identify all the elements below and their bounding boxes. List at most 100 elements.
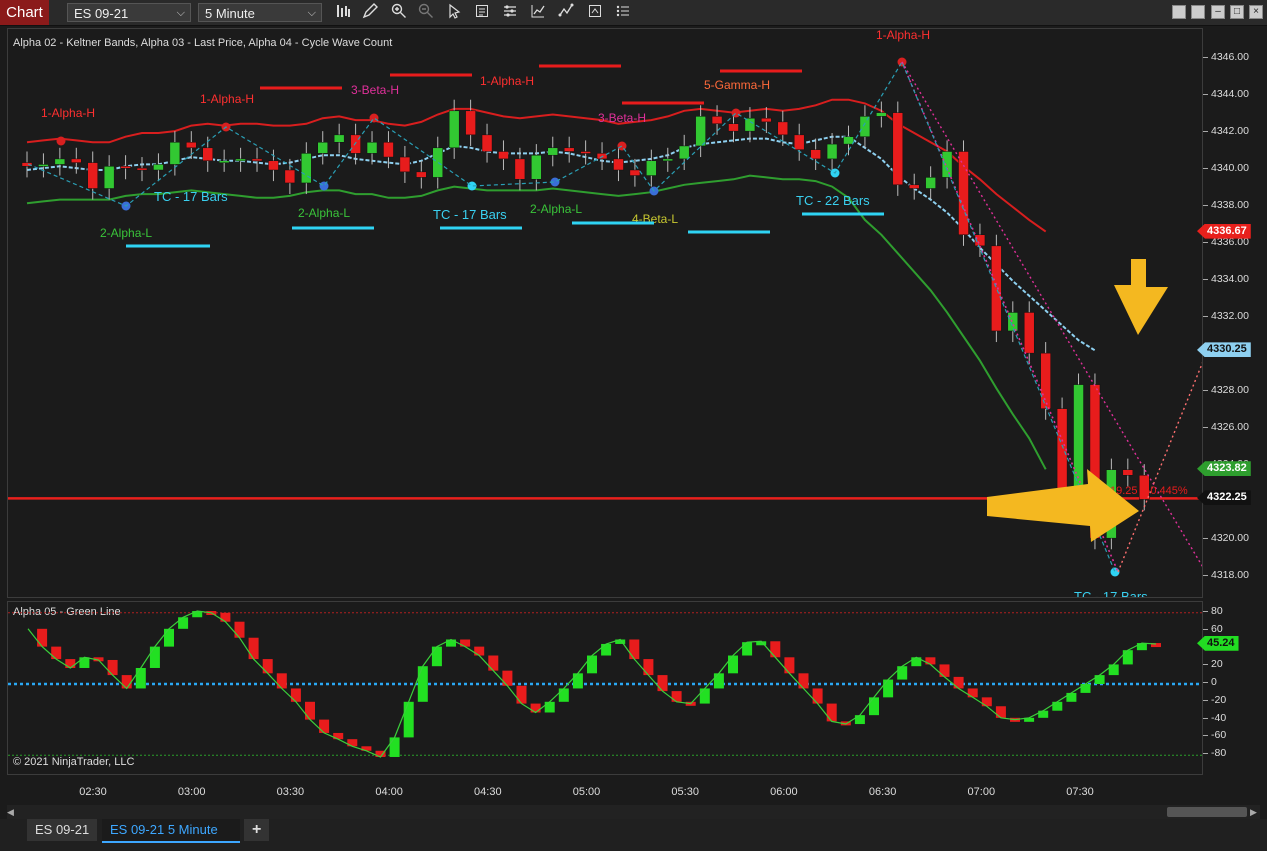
time-tick-label: 02:30: [79, 786, 107, 798]
close-button[interactable]: ×: [1249, 5, 1263, 19]
data-box-icon[interactable]: [472, 3, 492, 22]
price-tick-label: 4338.00: [1203, 199, 1249, 211]
oscillator-bar: [79, 657, 90, 668]
pivot-dot: [617, 141, 627, 151]
bar-style-icon[interactable]: [333, 3, 353, 22]
price-axis[interactable]: 4346.00 4344.00 4342.00 4340.00 4338.00 4336.…: [1197, 28, 1267, 598]
candle-body: [54, 158, 66, 165]
candle-body: [531, 154, 542, 180]
candle-body: [169, 142, 181, 165]
candle-body: [547, 147, 559, 156]
oscillator-bar: [220, 612, 231, 622]
oscillator-bar: [1066, 692, 1077, 702]
oscillator-bar: [981, 697, 992, 707]
keltner-lower-line: [26, 174, 1047, 470]
oscillator-panel[interactable]: Alpha 05 - Green Line © 2021 NinjaTrader…: [7, 601, 1203, 775]
oscillator-bar: [798, 673, 809, 689]
scroll-left-icon[interactable]: ◀: [7, 807, 17, 817]
price-tick-label: 4332.00: [1203, 310, 1249, 322]
oscillator-bar: [784, 657, 795, 674]
scroll-right-icon[interactable]: ▶: [1250, 807, 1260, 817]
oscillator-bar: [671, 691, 682, 702]
oscillator-bar: [319, 719, 330, 733]
candle-body: [514, 158, 526, 180]
price-flag: 4323.82: [1197, 461, 1251, 477]
candle-body: [826, 143, 838, 160]
candle-body: [761, 117, 772, 123]
templates-icon[interactable]: [585, 3, 605, 22]
zoom-out-icon[interactable]: [416, 3, 436, 22]
wave-annotation-label: 1-Alpha-H: [480, 74, 534, 88]
oscillator-bar: [1052, 701, 1063, 711]
pivot-dot: [319, 181, 329, 191]
zoom-in-icon[interactable]: [389, 3, 409, 22]
time-tick-label: 05:30: [671, 786, 699, 798]
oscillator-bar: [530, 703, 541, 713]
time-tick-label: 03:30: [276, 786, 305, 798]
osc-tick-label: 0: [1203, 676, 1217, 688]
window-restore-icon[interactable]: [1172, 5, 1186, 19]
oscillator-bar: [770, 641, 781, 658]
price-tick-label: 4328.00: [1203, 384, 1249, 396]
candle-body: [843, 136, 854, 145]
price-tick-label: 4342.00: [1203, 125, 1249, 137]
price-panel[interactable]: Alpha 02 - Keltner Bands, Alpha 03 - Las…: [7, 28, 1203, 598]
oscillator-bar: [516, 685, 527, 704]
wave-annotation-label: TC - 17 Bars: [1074, 589, 1148, 598]
oscillator-bar: [629, 639, 640, 660]
oscillator-bar: [869, 697, 879, 716]
oscillator-bar: [460, 639, 471, 647]
window-tile-icon[interactable]: [1191, 5, 1205, 19]
pointer-icon[interactable]: [444, 3, 464, 22]
candle-body: [629, 169, 641, 176]
chart-menu-button[interactable]: Chart: [0, 0, 49, 25]
maximize-button[interactable]: □: [1230, 5, 1244, 19]
oscillator-bar: [305, 701, 315, 720]
time-tick-label: 03:00: [177, 786, 206, 798]
draw-pencil-icon[interactable]: [360, 3, 380, 22]
tab-es-09-21[interactable]: ES 09-21: [27, 819, 98, 841]
oscillator-bar: [403, 701, 414, 738]
candle-body: [1023, 312, 1035, 354]
candle-body: [958, 151, 969, 235]
price-tick-label: 4326.00: [1203, 421, 1249, 433]
candle-body: [498, 151, 509, 160]
strategies-icon[interactable]: [556, 3, 576, 22]
oscillator-bar: [262, 659, 273, 674]
interval-selector[interactable]: 5 Minute ⌵: [198, 3, 322, 22]
osc-tick-label: -20: [1202, 693, 1227, 706]
candle-body: [678, 145, 690, 160]
oscillator-axis[interactable]: 806040200-20-40-60-8045.24: [1197, 601, 1267, 775]
osc-tick-label: 80: [1203, 604, 1223, 617]
oscillator-bar: [728, 655, 738, 674]
tab-es-09-21-5-minute[interactable]: ES 09-21 5 Minute: [102, 819, 240, 843]
candle-body: [136, 167, 148, 171]
candle-body: [613, 158, 624, 171]
candle-body: [268, 160, 279, 171]
candle-body: [1040, 352, 1051, 409]
indicators-icon[interactable]: [528, 3, 548, 22]
oscillator-bar: [544, 701, 555, 713]
candle-body: [235, 158, 246, 162]
instrument-selector[interactable]: ES 09-21 ⌵: [67, 3, 191, 22]
scrollbar-thumb[interactable]: [1167, 807, 1247, 817]
time-tick-label: 07:00: [967, 786, 996, 798]
oscillator-bar: [502, 670, 513, 686]
candle-body: [432, 147, 443, 178]
oscillator-bar: [854, 715, 865, 725]
properties-icon[interactable]: [500, 3, 520, 22]
oscillator-bar: [967, 688, 978, 698]
oscillator-bar: [657, 675, 668, 692]
add-tab-button[interactable]: +: [244, 819, 270, 841]
more-menu-icon[interactable]: [613, 3, 633, 22]
oscillator-bar: [135, 667, 146, 689]
oscillator-bar: [897, 666, 908, 680]
candle-body: [728, 123, 739, 132]
candle-body: [711, 116, 723, 124]
price-flag: 4336.67: [1197, 223, 1251, 239]
oscillator-bar: [276, 673, 287, 689]
minimize-button[interactable]: –: [1211, 5, 1225, 19]
horizontal-scrollbar[interactable]: ◀ ▶: [7, 805, 1260, 819]
time-axis[interactable]: 02:30 03:00 03:30 04:00 04:30 05:00 05:30 06:00…: [7, 776, 1203, 802]
candle-body: [793, 134, 805, 150]
